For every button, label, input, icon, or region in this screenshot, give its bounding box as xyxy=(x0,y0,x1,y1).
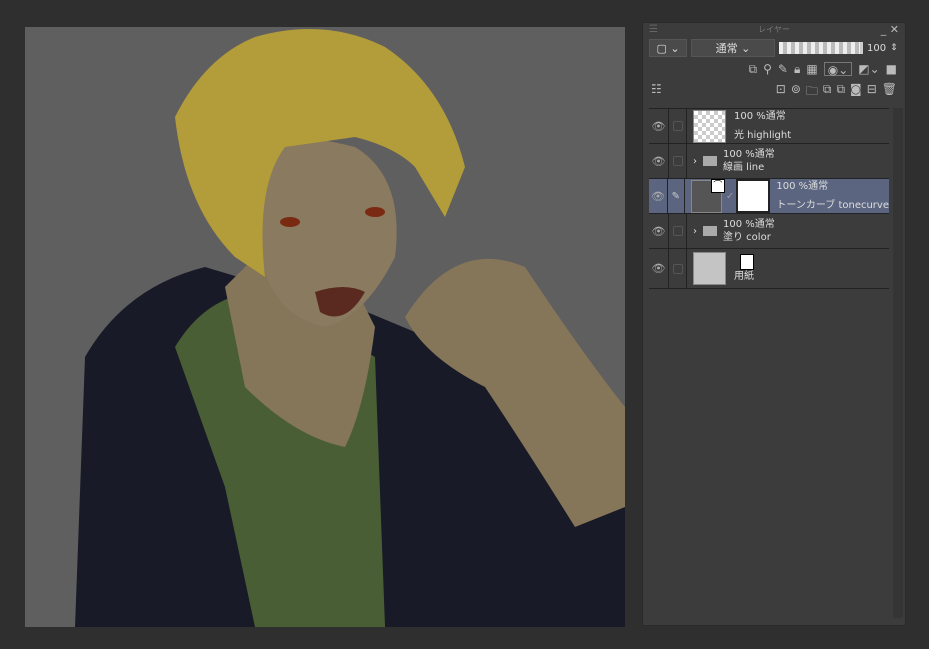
layer-name: 光 highlight xyxy=(734,130,792,141)
new-vector-layer-icon[interactable]: ⊚ xyxy=(791,82,801,96)
layer-row-highlight[interactable]: 👁︎ 100 %通常光 highlight xyxy=(649,109,889,144)
drawing-canvas[interactable] xyxy=(25,27,625,627)
layer-color-select[interactable]: ▢ ⌄ xyxy=(649,39,687,57)
layer-row-line[interactable]: 👁︎ › 100 %通常 線画 line xyxy=(649,144,889,179)
eye-icon[interactable]: 👁︎ xyxy=(649,249,669,288)
opacity-spinner[interactable]: ⇕ xyxy=(890,43,898,53)
layer-panel: ☰ レイヤー _ ✕ ▢ ⌄ 通常 ⌄ 100 ⇕ ⧉ ⚲ ✎ 🔒︎ ▦ ◉⌄ … xyxy=(642,22,906,626)
lock-icon[interactable]: 🔒︎ xyxy=(794,62,800,76)
layer-name: 線画 line xyxy=(723,162,765,173)
eye-icon[interactable]: 👁︎ xyxy=(649,109,669,143)
delete-layer-icon[interactable]: 🗑︎ xyxy=(882,82,897,96)
layer-action-toolbar: ☷ ⊡ ⊚ 🗀︎ ⧉ ⧉ ◙ ⊟ 🗑︎ xyxy=(643,79,905,99)
palette-color-icon[interactable]: ■ xyxy=(886,62,897,76)
mask-enable-icon[interactable]: ◉⌄ xyxy=(823,62,853,77)
layer-row-color[interactable]: 👁︎ › 100 %通常 塗り color xyxy=(649,214,889,249)
reference-layer-icon[interactable]: ⚲ xyxy=(763,62,772,76)
folder-icon xyxy=(703,156,717,166)
layer-checkbox[interactable] xyxy=(672,226,683,236)
blend-mode-value: 通常 xyxy=(715,42,738,55)
layer-name: 塗り color xyxy=(723,232,771,243)
panel-title-bar: ☰ レイヤー _ ✕ xyxy=(643,23,905,37)
eye-icon[interactable]: 👁︎ xyxy=(649,214,669,248)
merge-down-icon[interactable]: ⧉ xyxy=(836,82,845,96)
menu-icon[interactable]: ☰ xyxy=(649,23,658,37)
layer-thumbnail: ⌒ xyxy=(690,178,725,213)
layer-list: 👁︎ 100 %通常光 highlight 👁︎ › 100 %通常 線画 lin… xyxy=(649,108,889,289)
layer-row-paper[interactable]: 👁︎ 用紙 xyxy=(649,249,889,289)
opacity-value[interactable]: 100 xyxy=(867,43,886,54)
folder-icon xyxy=(703,226,717,236)
tonecurve-icon: ⌒ xyxy=(710,178,725,193)
opacity-slider[interactable] xyxy=(779,42,863,54)
expand-chevron-icon[interactable]: › xyxy=(693,156,697,167)
eye-icon[interactable]: 👁︎ xyxy=(649,179,668,213)
new-folder-icon[interactable]: 🗀︎ xyxy=(806,82,818,98)
layer-list-icon[interactable]: ☷ xyxy=(651,82,662,96)
lock-transparency-icon[interactable]: ▦ xyxy=(806,62,817,76)
draft-layer-icon[interactable]: ✎ xyxy=(778,62,788,76)
minimize-close-icons[interactable]: _ ✕ xyxy=(881,23,899,37)
layer-checkbox[interactable] xyxy=(672,263,683,274)
layer-checkbox[interactable] xyxy=(672,156,683,166)
mask-thumbnail[interactable] xyxy=(736,179,771,213)
pen-icon: ✎ xyxy=(668,179,685,213)
blend-mode-select[interactable]: 通常 ⌄ xyxy=(691,39,775,57)
new-raster-layer-icon[interactable]: ⊡ xyxy=(776,82,786,96)
paper-icon xyxy=(740,254,754,270)
panel-title: レイヤー xyxy=(758,25,790,34)
layer-thumbnail xyxy=(693,252,726,285)
expand-chevron-icon[interactable]: › xyxy=(693,226,697,237)
apply-mask-icon[interactable]: ⊟ xyxy=(867,82,877,96)
layer-checkbox[interactable] xyxy=(672,121,683,131)
layer-property-toolbar: ⧉ ⚲ ✎ 🔒︎ ▦ ◉⌄ ◩⌄ ■ xyxy=(643,59,905,79)
layer-name: 用紙 xyxy=(734,271,754,282)
eye-icon[interactable]: 👁︎ xyxy=(649,144,669,178)
create-mask-icon[interactable]: ◙ xyxy=(850,82,862,96)
layer-thumbnail xyxy=(693,109,726,143)
layer-row-tonecurve[interactable]: 👁︎ ✎ ⌒ ✓ 100 %通常トーンカーブ tonecurve xyxy=(649,178,889,214)
layer-mode: 100 %通常 xyxy=(723,149,775,160)
illustration xyxy=(75,29,625,627)
mask-link-icon[interactable]: ✓ xyxy=(726,191,734,202)
layer-mode: 100 %通常 xyxy=(723,219,775,230)
clip-icon[interactable]: ⧉ xyxy=(749,62,758,76)
mask-range-icon[interactable]: ◩⌄ xyxy=(858,62,879,76)
transfer-down-icon[interactable]: ⧉ xyxy=(823,82,832,96)
panel-scrollbar[interactable] xyxy=(893,108,903,618)
layer-name: トーンカーブ tonecurve xyxy=(776,200,889,211)
layer-mode: 100 %通常 xyxy=(776,181,829,192)
layer-mode: 100 %通常 xyxy=(734,111,786,122)
